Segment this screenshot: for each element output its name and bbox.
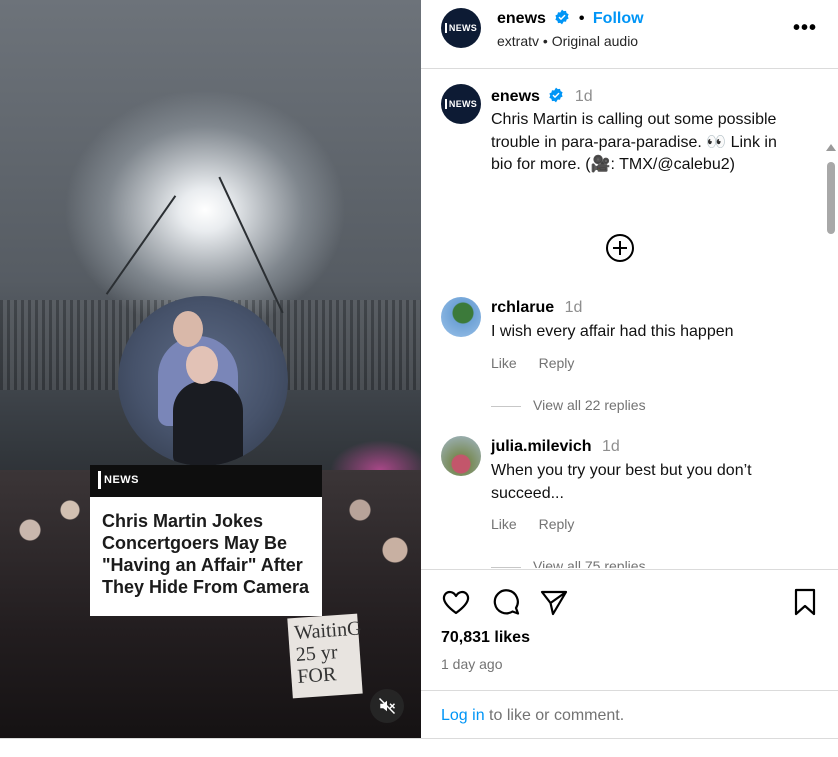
caption-time[interactable]: 1d: [575, 88, 593, 105]
caption-header: enews 1d: [491, 87, 593, 106]
commenter-avatar[interactable]: [441, 297, 481, 337]
comment-header: rchlarue 1d: [491, 299, 582, 317]
comment-header: julia.milevich 1d: [491, 438, 620, 456]
scrollbar-thumb[interactable]: [827, 162, 835, 234]
person-head: [186, 346, 218, 384]
post-actions: 70,831 likes 1 day ago Log in to like or…: [421, 569, 838, 739]
comment-username[interactable]: rchlarue: [491, 299, 554, 316]
reply-button[interactable]: Reply: [539, 355, 575, 371]
speaker-muted-icon: [378, 697, 396, 715]
comment-actions: Like Reply: [491, 355, 592, 371]
headline-card: NEWS Chris Martin Jokes Concertgoers May…: [90, 465, 322, 616]
person-head: [173, 311, 203, 347]
plus-circle-icon[interactable]: [605, 233, 635, 263]
commenter-avatar[interactable]: [441, 436, 481, 476]
follow-button[interactable]: Follow: [593, 10, 644, 27]
comment-actions: Like Reply: [491, 516, 592, 532]
page-bottom-divider: [0, 738, 838, 739]
verified-badge-icon: [555, 9, 569, 25]
caption-text: Chris Martin is calling out some possibl…: [491, 111, 777, 173]
login-suffix: to like or comment.: [484, 707, 625, 724]
like-comment-button[interactable]: Like: [491, 355, 517, 371]
post-video[interactable]: WaitinG 25 yr FOR NEWS Chris Martin Joke…: [0, 0, 421, 738]
bookmark-icon[interactable]: [790, 587, 820, 617]
audio-attribution[interactable]: extratv • Original audio: [497, 33, 638, 49]
paper-plane-icon[interactable]: [539, 587, 569, 617]
post-header-title: enews • Follow: [497, 9, 644, 28]
headline-text: Chris Martin Jokes Concertgoers May Be "…: [102, 511, 310, 597]
view-replies-button[interactable]: View all 22 replies: [491, 397, 646, 413]
comments-scrollbar[interactable]: [823, 140, 838, 568]
enews-logo: NEWS: [98, 471, 139, 489]
enews-logo: NEWS: [444, 23, 477, 33]
caption-username[interactable]: enews: [491, 88, 540, 105]
divider-line: [491, 405, 521, 407]
stage-truss: [105, 195, 177, 295]
account-avatar[interactable]: NEWS: [441, 8, 481, 48]
login-prompt-text: Log in to like or comment.: [441, 707, 624, 725]
login-link[interactable]: Log in: [441, 707, 485, 724]
post-timestamp[interactable]: 1 day ago: [441, 656, 503, 672]
separator-dot: •: [578, 10, 585, 27]
more-options-icon[interactable]: •••: [793, 18, 817, 38]
kiss-cam-screen: [118, 296, 288, 466]
heart-icon[interactable]: [441, 587, 471, 617]
divider-line: [491, 566, 521, 568]
stage-truss: [218, 176, 284, 314]
view-replies-button[interactable]: View all 75 replies: [491, 558, 646, 568]
comment-bubble-icon[interactable]: [491, 587, 521, 617]
login-prompt: Log in to like or comment.: [421, 690, 838, 740]
account-username[interactable]: enews: [497, 10, 546, 27]
comment-time[interactable]: 1d: [602, 438, 620, 455]
mute-button[interactable]: [370, 689, 404, 723]
caption-avatar[interactable]: NEWS: [441, 84, 481, 124]
comment-text: When you try your best but you don’t suc…: [491, 462, 752, 502]
view-replies-label: View all 75 replies: [533, 558, 646, 568]
comment-text: I wish every affair had this happen: [491, 323, 734, 340]
comment-username[interactable]: julia.milevich: [491, 438, 591, 455]
view-replies-label: View all 22 replies: [533, 397, 646, 413]
scroll-up-arrow-icon[interactable]: [826, 144, 836, 151]
audio-label[interactable]: Original audio: [552, 33, 638, 49]
fan-sign: WaitinG 25 yr FOR: [287, 613, 363, 699]
enews-logo: NEWS: [444, 99, 477, 109]
post-header: NEWS enews • Follow extratv • Original a…: [421, 0, 838, 69]
separator-dot: •: [542, 33, 548, 49]
headline-band: NEWS: [90, 465, 322, 497]
reply-button[interactable]: Reply: [539, 516, 575, 532]
like-comment-button[interactable]: Like: [491, 516, 517, 532]
post-details-panel: NEWS enews • Follow extratv • Original a…: [421, 0, 838, 738]
person-figure: [173, 381, 243, 466]
verified-badge-icon: [549, 87, 563, 103]
comments-section[interactable]: NEWS enews 1d Chris Martin is calling ou…: [421, 70, 838, 568]
comment-time[interactable]: 1d: [565, 299, 583, 316]
likes-count[interactable]: 70,831 likes: [441, 629, 530, 647]
audio-account[interactable]: extratv: [497, 33, 539, 49]
